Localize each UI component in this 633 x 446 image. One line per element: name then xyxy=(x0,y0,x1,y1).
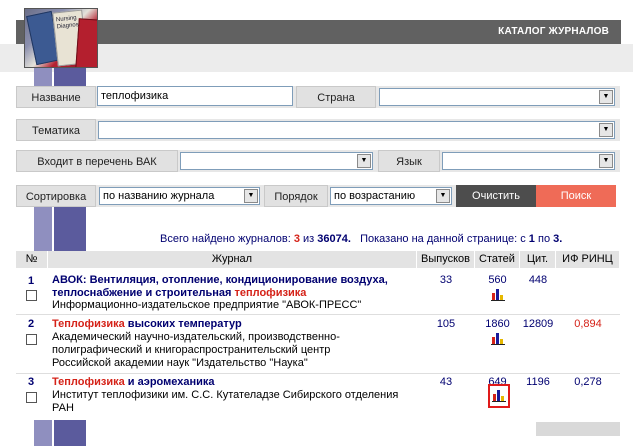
chevron-down-icon[interactable]: ▼ xyxy=(599,123,613,137)
country-select[interactable]: ▼ xyxy=(379,88,615,106)
decor-stripe-light xyxy=(34,207,52,251)
sort-select[interactable]: по названию журнала ▼ xyxy=(99,187,260,205)
decor-stripe-dark xyxy=(54,420,86,446)
col-header-if[interactable]: ИФ РИНЦ xyxy=(556,251,620,268)
col-header-articles[interactable]: Статей xyxy=(475,251,520,268)
row-number: 1 xyxy=(28,275,35,287)
journal-publisher: Информационно-издательское предприятие "… xyxy=(52,299,362,311)
impact-factor: 0,278 xyxy=(574,376,602,388)
issues-count: 105 xyxy=(436,318,456,330)
chevron-down-icon[interactable]: ▼ xyxy=(436,189,450,203)
results-summary: Всего найдено журналов: 3 из 36074. Пока… xyxy=(160,233,563,245)
order-select[interactable]: по возрастанию ▼ xyxy=(330,187,452,205)
bar-chart-icon[interactable] xyxy=(491,333,505,345)
row-number: 2 xyxy=(28,318,35,330)
chevron-down-icon[interactable]: ▼ xyxy=(599,154,613,168)
page-title: КАТАЛОГ ЖУРНАЛОВ xyxy=(498,26,609,37)
decor-stripe-light xyxy=(34,420,52,446)
sort-label: Сортировка xyxy=(16,185,96,207)
table-row: 2 Теплофизика высоких температур Академи… xyxy=(16,315,620,373)
clear-button[interactable]: Очистить xyxy=(456,185,536,207)
journal-title-link[interactable]: Теплофизика и аэромеханика xyxy=(52,376,418,389)
order-label: Порядок xyxy=(264,185,328,207)
table-row: 3 Теплофизика и аэромеханика Институт те… xyxy=(16,374,620,422)
articles-count[interactable]: 1860 xyxy=(475,318,520,330)
journal-title-link[interactable]: АВОК: Вентиляция, отопление, кондиционир… xyxy=(52,274,418,300)
cites-count: 12809 xyxy=(522,318,554,330)
footer-block xyxy=(536,422,620,436)
chevron-down-icon[interactable]: ▼ xyxy=(599,90,613,104)
col-header-no: № xyxy=(16,251,48,268)
checkbox-icon[interactable] xyxy=(26,334,37,345)
name-input[interactable]: теплофизика xyxy=(97,86,293,106)
journal-publisher: Академический научно-издательский, произ… xyxy=(52,331,340,369)
col-header-cites[interactable]: Цит. xyxy=(520,251,556,268)
checkbox-icon[interactable] xyxy=(26,392,37,403)
col-header-journal[interactable]: Журнал xyxy=(48,251,417,268)
cites-count: 448 xyxy=(528,274,548,286)
book-red xyxy=(75,18,97,67)
table-row: 1 АВОК: Вентиляция, отопление, кондицион… xyxy=(16,269,620,313)
chevron-down-icon[interactable]: ▼ xyxy=(357,154,371,168)
col-header-issues[interactable]: Выпусков xyxy=(417,251,475,268)
topic-select[interactable]: ▼ xyxy=(98,121,615,139)
country-label: Страна xyxy=(296,86,376,108)
articles-count[interactable]: 560 xyxy=(475,274,520,286)
issues-count: 33 xyxy=(439,274,453,286)
search-button[interactable]: Поиск xyxy=(536,185,616,207)
decor-stripe-dark xyxy=(54,207,86,251)
bar-chart-icon[interactable] xyxy=(491,289,505,301)
chevron-down-icon[interactable]: ▼ xyxy=(244,189,258,203)
topic-label: Тематика xyxy=(16,119,96,141)
vak-select[interactable]: ▼ xyxy=(180,152,373,170)
journal-title-link[interactable]: Теплофизика высоких температур xyxy=(52,318,418,331)
journal-publisher: Институт теплофизики им. С.С. Кутателадз… xyxy=(52,389,399,414)
impact-factor: 0,894 xyxy=(574,318,602,330)
name-label: Название xyxy=(16,86,96,108)
language-select[interactable]: ▼ xyxy=(442,152,615,170)
language-label: Язык xyxy=(378,150,440,172)
row-number: 3 xyxy=(28,376,35,388)
bar-chart-icon[interactable] xyxy=(492,390,506,402)
vak-label: Входит в перечень ВАК xyxy=(16,150,178,172)
issues-count: 43 xyxy=(439,376,453,388)
books-image: Nursing Diagnosis xyxy=(24,8,98,68)
cites-count: 1196 xyxy=(526,376,550,388)
checkbox-icon[interactable] xyxy=(26,290,37,301)
